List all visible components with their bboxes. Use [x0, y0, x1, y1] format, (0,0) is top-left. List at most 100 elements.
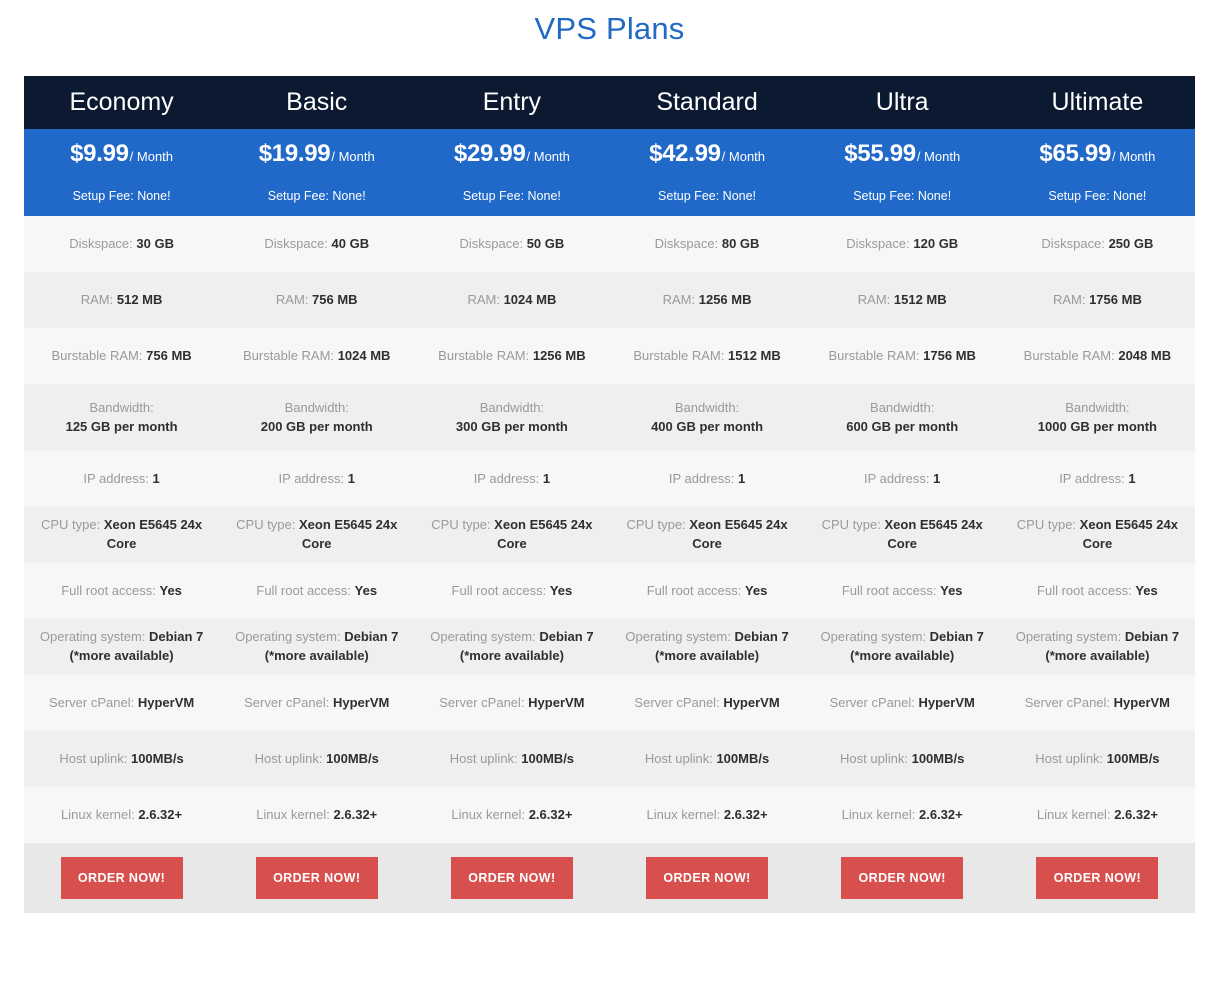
feature-row: Server cPanel: HyperVM Server cPanel: Hyp… — [24, 675, 1195, 731]
feature-cell: RAM: 1756 MB — [999, 272, 1195, 328]
feature-label: Burstable RAM: — [1023, 347, 1115, 363]
feature-cell: Diskspace: 40 GB — [219, 216, 415, 272]
feature-label: Server cPanel: — [634, 694, 720, 710]
price-amount: $55.99 — [844, 139, 916, 167]
feature-label: IP address: — [278, 470, 345, 486]
feature-cell: Bandwidth: 125 GB per month — [24, 384, 220, 451]
feature-label: Host uplink: — [449, 750, 518, 766]
feature-label: Host uplink: — [59, 750, 128, 766]
feature-value: 125 GB per month — [65, 418, 178, 434]
feature-label: Operating system: — [235, 629, 341, 645]
feature-label: Burstable RAM: — [633, 347, 725, 363]
feature-label: Burstable RAM: — [51, 347, 143, 363]
feature-row: Burstable RAM: 756 MB Burstable RAM: 1024… — [24, 328, 1195, 384]
feature-label: Bandwidth: — [1065, 399, 1130, 415]
feature-label: IP address: — [83, 470, 149, 486]
feature-value: 1756 MB — [923, 347, 976, 363]
feature-label: Burstable RAM: — [243, 347, 335, 363]
feature-row: Full root access: Yes Full root access: Y… — [24, 563, 1195, 619]
price-amount: $65.99 — [1039, 139, 1112, 167]
feature-label: Server cPanel: — [244, 694, 330, 710]
feature-row: RAM: 512 MB RAM: 756 MB RAM: 1024 MB RAM: 1… — [24, 272, 1195, 328]
feature-value: 1024 MB — [503, 291, 557, 307]
feature-label: IP address: — [864, 470, 930, 486]
feature-cell: IP address: 1 — [999, 451, 1195, 507]
feature-value: 2.6.32+ — [1114, 806, 1158, 822]
feature-label: RAM: — [857, 291, 891, 307]
feature-value: 2048 MB — [1118, 347, 1172, 363]
feature-value: Yes — [940, 582, 963, 598]
feature-label: Host uplink: — [644, 750, 713, 766]
feature-cell: Full root access: Yes — [414, 563, 610, 619]
order-now-button[interactable]: ORDER NOW! — [255, 857, 378, 899]
order-now-button[interactable]: ORDER NOW! — [1036, 857, 1159, 899]
feature-label: Bandwidth: — [674, 399, 740, 415]
feature-cell: Server cPanel: HyperVM — [609, 675, 805, 731]
price-amount: $29.99 — [453, 139, 526, 167]
feature-cell: IP address: 1 — [414, 451, 610, 507]
feature-value: 512 MB — [116, 291, 163, 307]
feature-value: 1 — [542, 470, 551, 486]
feature-cell: RAM: 1512 MB — [804, 272, 1000, 328]
feature-cell: Full root access: Yes — [609, 563, 805, 619]
feature-cell: RAM: 1024 MB — [414, 272, 610, 328]
feature-value: 2.6.32+ — [723, 806, 768, 822]
feature-row: Bandwidth: 125 GB per month Bandwidth: 200 … — [24, 384, 1195, 451]
setup-fee-cell: Setup Fee: None! — [804, 178, 1000, 216]
order-button-cell: ORDER NOW! — [999, 843, 1195, 913]
order-button-cell: ORDER NOW! — [609, 843, 805, 913]
feature-cell: Operating system: Debian 7 (*more availa… — [219, 619, 415, 675]
feature-cell: IP address: 1 — [219, 451, 415, 507]
order-now-button[interactable]: ORDER NOW! — [450, 857, 573, 899]
feature-label: Server cPanel: — [829, 694, 915, 710]
order-button-row: ORDER NOW! ORDER NOW! ORDER NOW! ORDER NOW!… — [24, 843, 1195, 913]
feature-row: IP address: 1 IP address: 1 IP address: 1I… — [24, 451, 1195, 507]
feature-label: Bandwidth: — [89, 399, 154, 415]
feature-label: Full root access: — [451, 582, 547, 598]
feature-value: 30 GB — [136, 235, 174, 251]
feature-cell: Bandwidth: 300 GB per month — [414, 384, 610, 451]
feature-value: 1 — [152, 470, 160, 486]
order-button-cell: ORDER NOW! — [24, 843, 220, 913]
order-now-button[interactable]: ORDER NOW! — [60, 857, 183, 899]
plan-price-cell: $65.99/ Month — [999, 129, 1195, 178]
feature-row: Diskspace: 30 GB Diskspace: 40 GB Diskspac… — [24, 216, 1195, 272]
feature-cell: Host uplink: 100MB/s — [609, 731, 805, 787]
feature-value: 1256 MB — [698, 291, 752, 307]
feature-value: 756 MB — [312, 291, 358, 307]
feature-label: Bandwidth: — [479, 399, 545, 415]
feature-value: 1 — [1128, 470, 1136, 486]
feature-label: RAM: — [1052, 291, 1086, 307]
order-now-button[interactable]: ORDER NOW! — [646, 857, 769, 899]
feature-value: HyperVM — [528, 694, 585, 710]
feature-value: 100MB/s — [326, 750, 379, 766]
feature-cell: CPU type: Xeon E5645 24x Core — [804, 507, 1000, 563]
price-period: / Month — [331, 148, 375, 164]
setup-fee-cell: Setup Fee: None! — [24, 178, 220, 216]
feature-label: Full root access: — [1037, 582, 1132, 598]
plan-header-economy: Economy — [24, 76, 220, 129]
feature-label: Operating system: — [39, 629, 146, 645]
page-title: VPS Plans — [534, 11, 685, 46]
feature-value: 100MB/s — [521, 750, 575, 766]
price-amount: $9.99 — [70, 139, 129, 167]
feature-cell: Operating system: Debian 7 (*more availa… — [999, 619, 1195, 675]
feature-cell: Linux kernel: 2.6.32+ — [999, 787, 1195, 843]
feature-value: 300 GB per month — [455, 418, 568, 434]
plan-price-row: $9.99/ Month $19.99/ Month $29.99/ Month $4… — [24, 129, 1195, 178]
feature-label: Bandwidth: — [870, 399, 935, 415]
feature-label: Diskspace: — [846, 235, 910, 251]
feature-cell: Burstable RAM: 1512 MB — [609, 328, 805, 384]
plan-price-cell: $9.99/ Month — [24, 129, 220, 178]
feature-label: Operating system: — [625, 629, 731, 645]
feature-value: 1256 MB — [532, 347, 586, 363]
feature-value: Yes — [744, 582, 768, 598]
plan-price-cell: $55.99/ Month — [804, 129, 1000, 178]
feature-value: Yes — [1135, 582, 1158, 598]
feature-value: Yes — [354, 582, 378, 598]
feature-label: Server cPanel: — [48, 694, 135, 710]
feature-value: 40 GB — [331, 235, 370, 251]
order-now-button[interactable]: ORDER NOW! — [841, 857, 964, 899]
feature-cell: Host uplink: 100MB/s — [999, 731, 1195, 787]
feature-cell: Diskspace: 50 GB — [414, 216, 610, 272]
